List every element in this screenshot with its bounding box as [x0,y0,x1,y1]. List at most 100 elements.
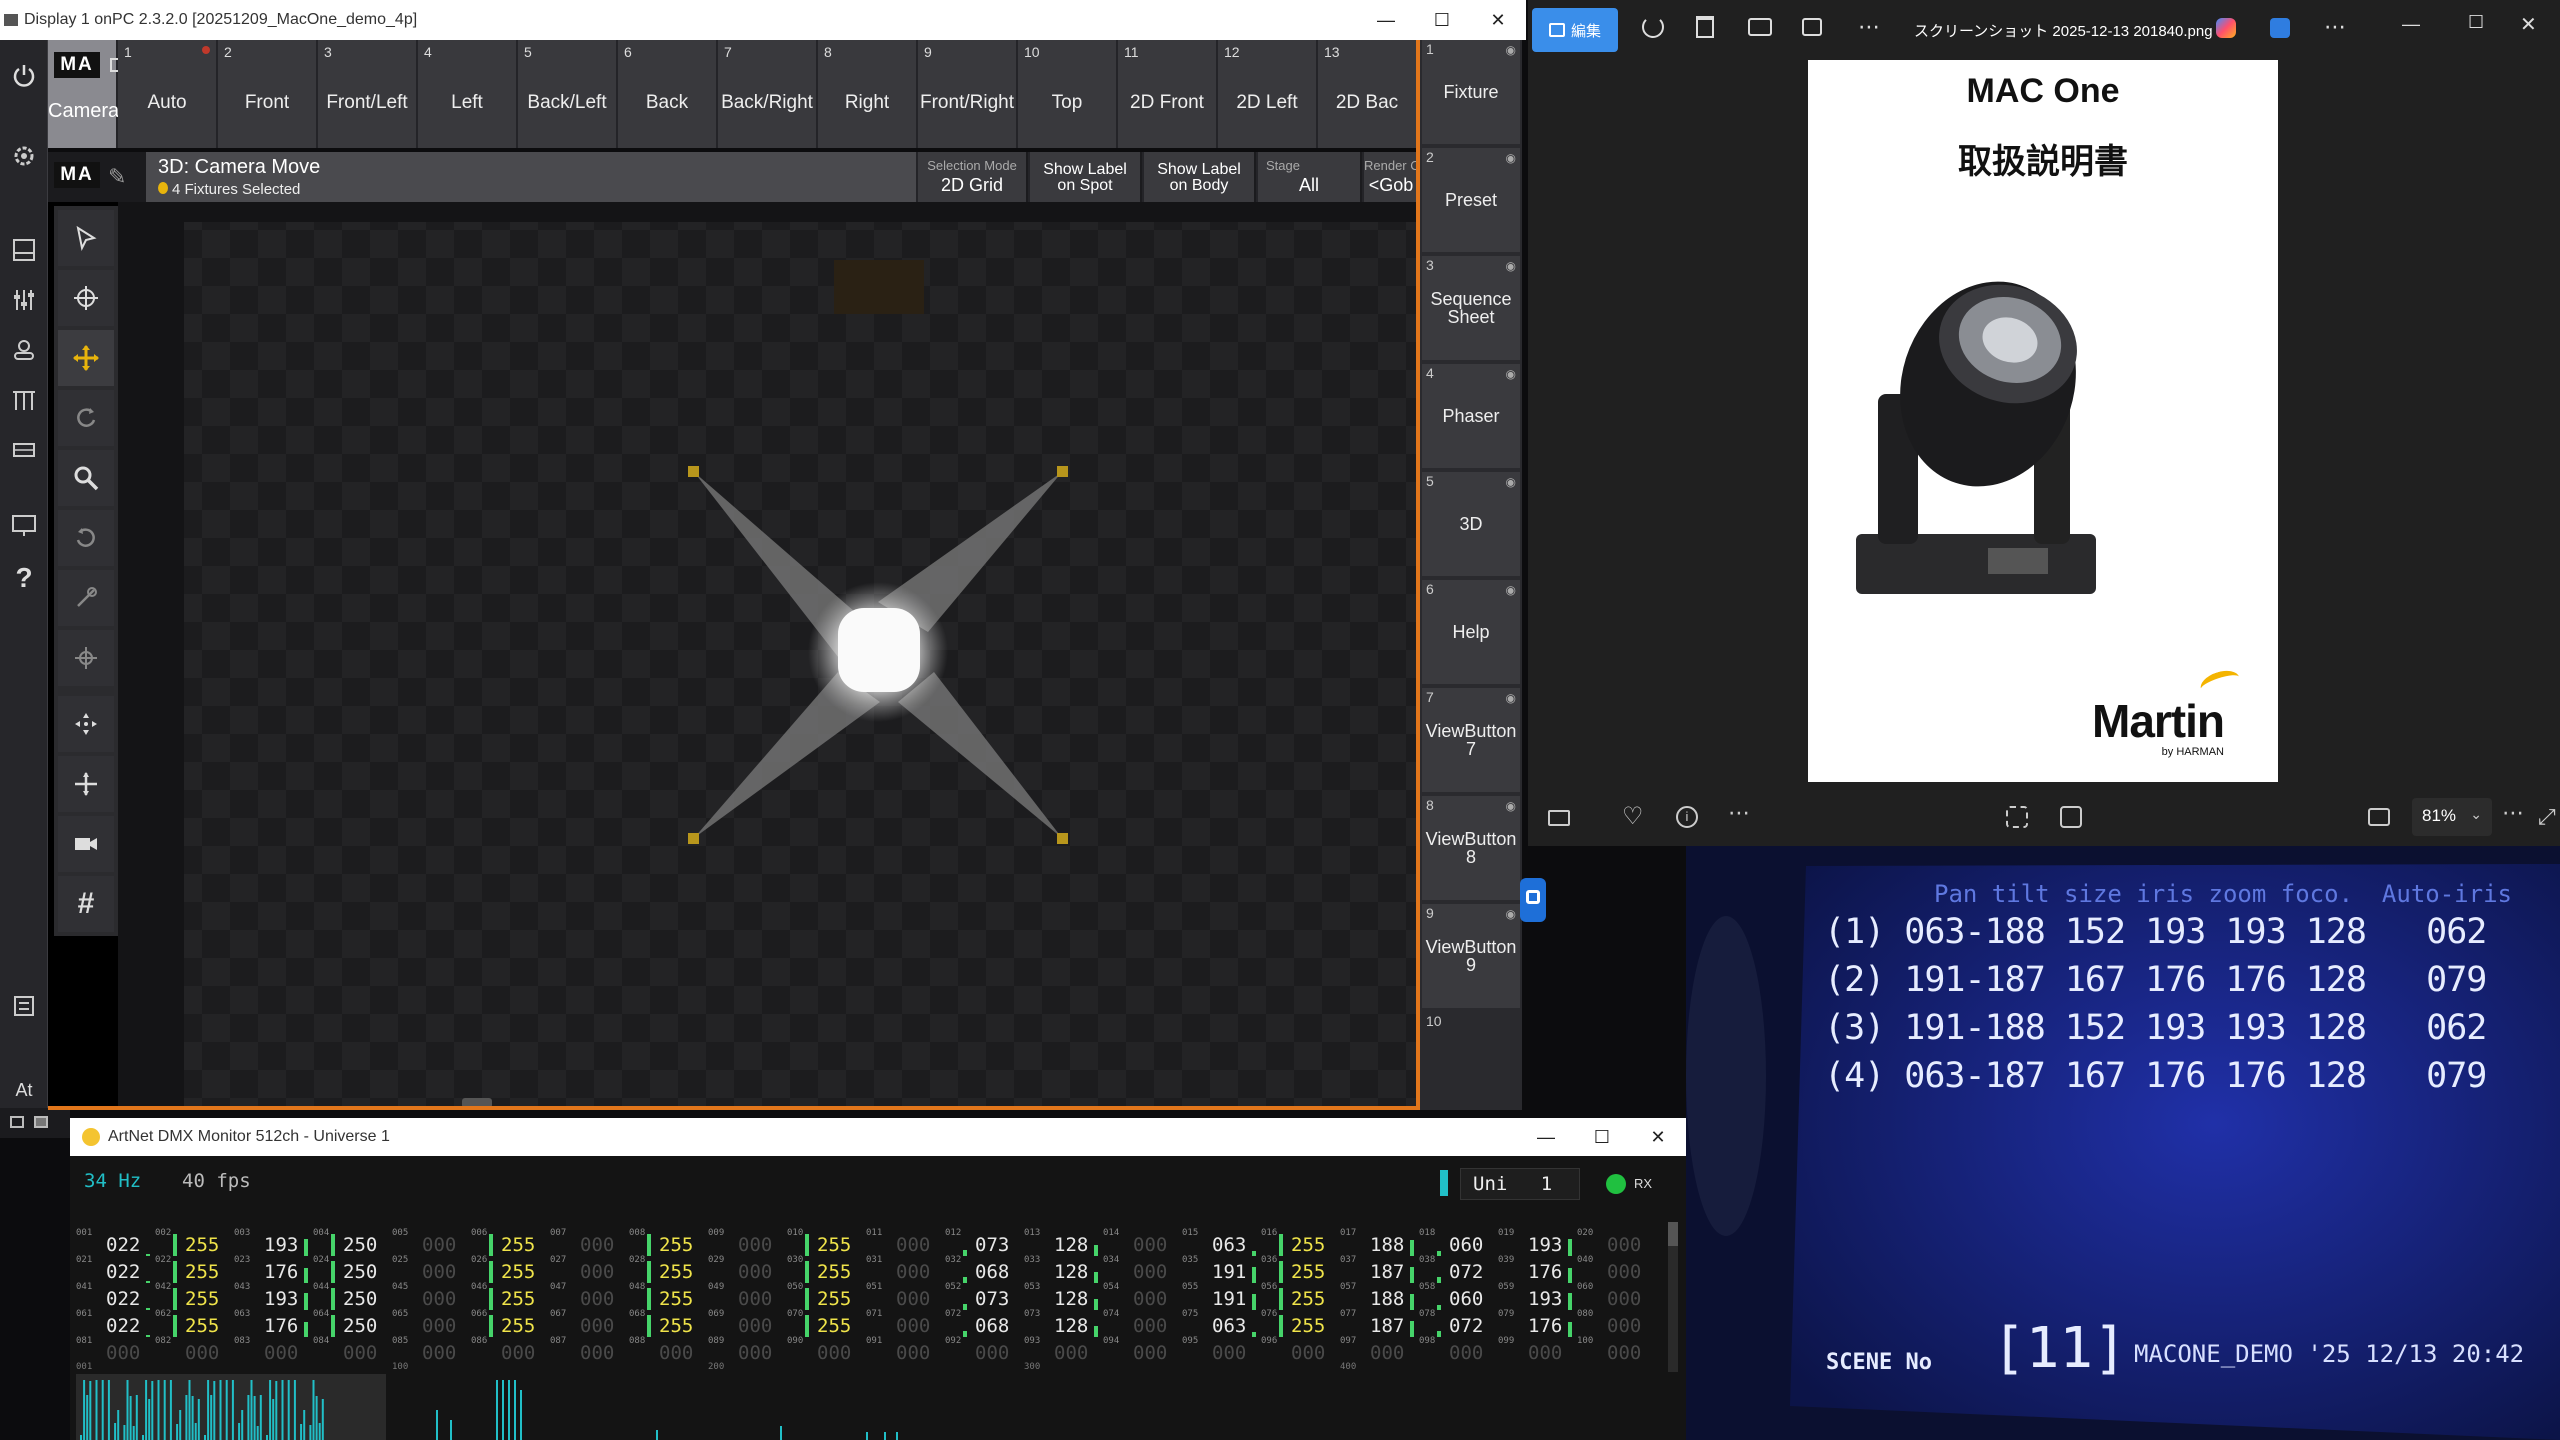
eye-icon[interactable]: ◉ [1506,152,1516,164]
universe-selector[interactable]: Uni 1 [1460,1168,1580,1200]
camera-button-12[interactable]: 12 2D Left [1218,40,1318,148]
window-view-icon[interactable] [34,1116,48,1128]
dmx-scrollbar[interactable] [1668,1222,1678,1372]
view-button-10[interactable]: 10 [1422,1012,1520,1032]
camera-button-7[interactable]: 7 Back/Right [718,40,818,148]
eye-icon[interactable]: ◉ [1506,260,1516,272]
camera-button-1[interactable]: 1 Auto [118,40,218,148]
eye-icon[interactable]: ◉ [1506,368,1516,380]
help-question-icon[interactable]: ? [4,558,44,598]
edit-pencil-icon[interactable]: ✎ [108,164,126,190]
rotate-tool-icon[interactable] [58,390,114,446]
stage-render[interactable] [118,202,1418,1108]
move-tool-icon[interactable] [58,330,114,386]
close-button[interactable]: ✕ [1470,0,1526,40]
rotate-icon[interactable] [1642,16,1664,38]
zoom-dropdown[interactable]: 81% ⌄ [2412,798,2492,836]
mixer-icon[interactable] [4,380,44,420]
faders-icon[interactable] [4,280,44,320]
artnet-close-button[interactable]: ✕ [1630,1118,1686,1156]
more-options-icon[interactable]: ⋯ [1858,14,1880,40]
render-button[interactable]: Render C <Gob [1362,152,1418,202]
layout-icon[interactable] [4,230,44,270]
favorite-heart-icon[interactable]: ♡ [1622,802,1644,831]
pan-arrows-icon[interactable] [58,696,114,752]
fixture-marker-4[interactable] [1057,833,1068,844]
view-button-7[interactable]: 7 ViewButton 7 ◉ [1422,688,1520,792]
maximize-button[interactable]: ☐ [1414,0,1470,40]
view-button-6[interactable]: 6 Help ◉ [1422,580,1520,684]
more-icon[interactable]: ⋯ [2324,14,2346,40]
3d-viewport[interactable] [118,202,1418,1108]
camera-button-10[interactable]: 10 Top [1018,40,1118,148]
fixture-marker-1[interactable] [688,466,699,477]
video-camera-icon[interactable] [58,816,114,872]
clipchamp-icon[interactable] [2270,18,2290,38]
side-app-tab[interactable] [1520,878,1546,922]
grid-hash-icon[interactable]: # [58,876,114,932]
delete-trash-icon[interactable] [1696,16,1714,38]
eye-icon[interactable]: ◉ [1506,476,1516,488]
artnet-maximize-button[interactable]: ☐ [1574,1118,1630,1156]
text-scan-icon[interactable] [2060,806,2082,828]
view-button-9[interactable]: 9 ViewButton 9 ◉ [1422,904,1520,1008]
bottom-more-icon[interactable]: ⋯ [1728,800,1750,826]
filmstrip-icon[interactable] [1548,810,1570,826]
eye-icon[interactable]: ◉ [1506,584,1516,596]
camera-button-4[interactable]: 4 Left [418,40,518,148]
crosshair-tool-icon[interactable] [58,270,114,326]
select-arrow-tool-icon[interactable] [58,210,114,266]
camera-button-13[interactable]: 13 2D Bac [1318,40,1418,148]
fixture-marker-2[interactable] [1057,466,1068,477]
camera-button-11[interactable]: 11 2D Front [1118,40,1218,148]
dolly-arrows-icon[interactable] [58,756,114,812]
fullscreen-expand-icon[interactable]: ⤢ [2538,804,2556,830]
eye-icon[interactable]: ◉ [1506,44,1516,56]
zoom-magnifier-icon[interactable] [58,450,114,506]
artnet-titlebar[interactable]: ArtNet DMX Monitor 512ch - Universe 1 — … [70,1118,1686,1156]
eye-icon[interactable]: ◉ [1506,800,1516,812]
visual-search-icon[interactable] [2006,806,2028,828]
fixture-marker-3[interactable] [688,833,699,844]
ma-titlebar[interactable]: Display 1 onPC 2.3.2.0 [20251209_MacOne_… [0,0,1526,40]
camera-button-8[interactable]: 8 Right [818,40,918,148]
settings-gear-icon[interactable] [4,136,44,176]
view-button-5[interactable]: 5 3D ◉ [1422,472,1520,576]
eye-icon[interactable]: ◉ [1506,908,1516,920]
grid-icon[interactable] [4,430,44,470]
info-icon[interactable]: i [1676,806,1698,828]
list-view-icon[interactable] [10,1116,24,1128]
view-button-1[interactable]: 1 Fixture ◉ [1422,40,1520,144]
minimize-button[interactable]: — [1358,0,1414,40]
camera-button-2[interactable]: 2 Front [218,40,318,148]
zoom-more-icon[interactable]: ⋯ [2502,800,2524,826]
view-button-3[interactable]: 3 Sequence Sheet ◉ [1422,256,1520,360]
fit-view-icon[interactable] [2368,808,2390,826]
camera-button-6[interactable]: 6 Back [618,40,718,148]
tilt-tool-icon[interactable] [58,570,114,626]
selection-mode-button[interactable]: Selection Mode 2D Grid [916,152,1026,202]
undo-rotate-icon[interactable] [58,510,114,566]
copilot-icon[interactable] [2216,18,2236,38]
power-icon[interactable] [4,56,44,96]
camera-button-5[interactable]: 5 Back/Left [518,40,618,148]
share-icon[interactable] [1802,18,1822,36]
artnet-minimize-button[interactable]: — [1518,1118,1574,1156]
photos-maximize-button[interactable]: ☐ [2468,12,2484,33]
monitor-icon[interactable] [4,506,44,546]
user-icon[interactable] [4,330,44,370]
photos-close-button[interactable]: ✕ [2520,12,2537,37]
stage-button[interactable]: Stage All [1256,152,1360,202]
camera-button-9[interactable]: 9 Front/Right [918,40,1018,148]
cameras-header-button[interactable]: MA Cameras [48,40,130,148]
list-icon[interactable] [4,986,44,1026]
eye-icon[interactable]: ◉ [1506,692,1516,704]
view-button-4[interactable]: 4 Phaser ◉ [1422,364,1520,468]
edit-button[interactable]: 編集 [1532,8,1618,52]
print-icon[interactable] [1748,18,1772,36]
show-label-on-body-button[interactable]: Show Label on Body [1142,152,1254,202]
view-button-8[interactable]: 8 ViewButton 8 ◉ [1422,796,1520,900]
photos-minimize-button[interactable]: — [2402,14,2420,35]
show-label-on-spot-button[interactable]: Show Label on Spot [1028,152,1140,202]
position-target-icon[interactable] [58,630,114,686]
